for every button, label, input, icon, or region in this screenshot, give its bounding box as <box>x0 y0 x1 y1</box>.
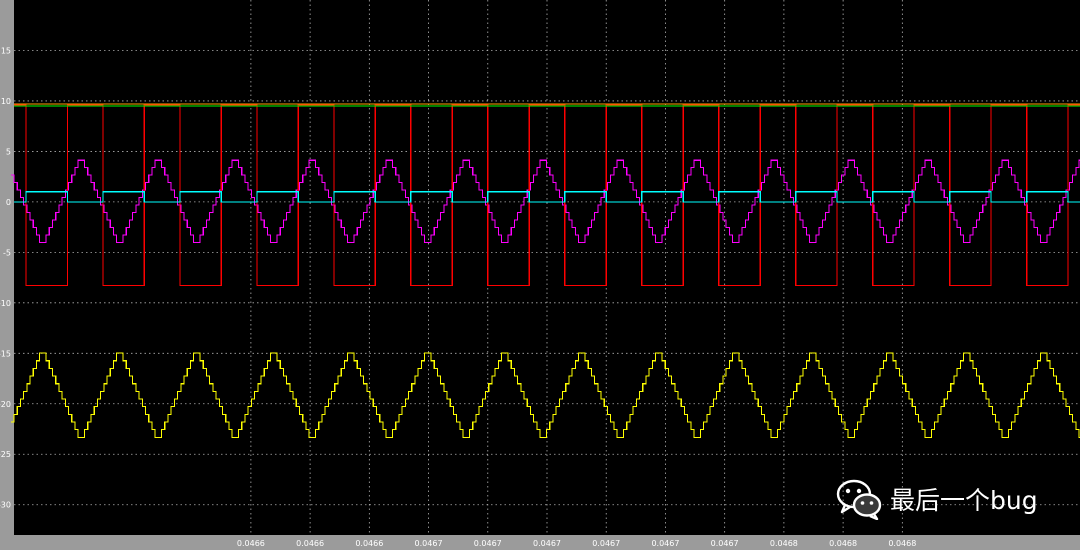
y-tick-label: -5 <box>3 248 11 257</box>
x-tick-label: 0.0466 <box>237 539 265 548</box>
x-tick-label: 0.0468 <box>829 539 857 548</box>
y-tick-label: -30 <box>0 501 11 510</box>
y-tick-label: -20 <box>0 400 11 409</box>
x-tick-label: 0.0467 <box>533 539 561 548</box>
scope-chart: -30-25-20-15-10-5051015 0.04660.04660.04… <box>0 0 1080 548</box>
x-tick-label: 0.0468 <box>888 539 916 548</box>
x-tick-label: 0.0467 <box>592 539 620 548</box>
y-tick-label: 5 <box>6 147 11 156</box>
watermark-text: 最后一个bug <box>890 486 1038 515</box>
y-tick-label: -10 <box>0 299 11 308</box>
x-tick-label: 0.0466 <box>355 539 383 548</box>
x-tick-label: 0.0466 <box>296 539 324 548</box>
x-tick-label: 0.0467 <box>651 539 679 548</box>
wechat-icon <box>836 479 882 520</box>
y-axis: -30 -25 -20 -15 -10 -5 0 5 10 15 <box>0 46 11 509</box>
y-tick-label: 0 <box>6 198 11 207</box>
x-tick-label: 0.0467 <box>474 539 502 548</box>
y-tick-label: -25 <box>0 450 11 459</box>
watermark: 最后一个bug <box>836 478 1038 520</box>
x-tick-label: 0.0467 <box>415 539 443 548</box>
y-tick-label: 15 <box>1 46 11 55</box>
x-axis: 0.0466 0.0466 0.0466 0.0467 0.0467 0.0467 0.04… <box>237 539 916 548</box>
x-tick-label: 0.0468 <box>770 539 798 548</box>
x-tick-label: 0.0467 <box>711 539 739 548</box>
y-tick-label: -15 <box>0 349 11 358</box>
y-tick-label: 10 <box>1 97 11 106</box>
